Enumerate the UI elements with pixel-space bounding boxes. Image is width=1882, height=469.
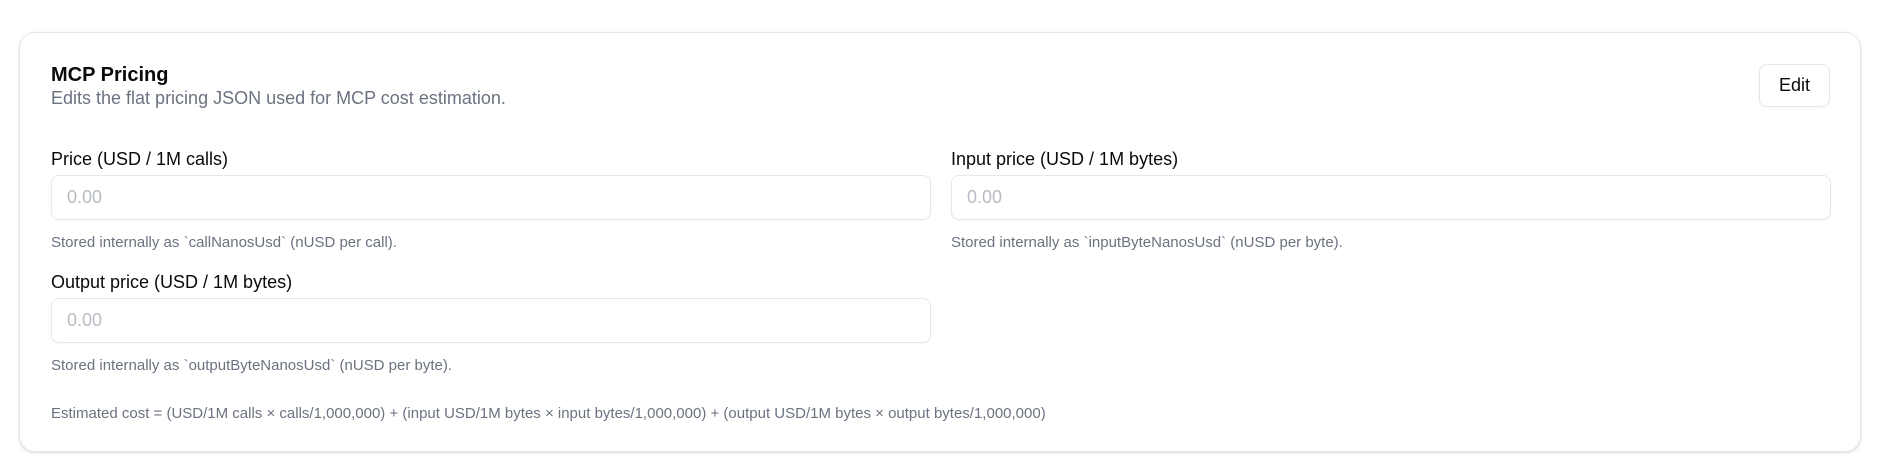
output-price-input[interactable]	[51, 298, 931, 343]
call-price-input[interactable]	[51, 175, 931, 220]
call-price-help: Stored internally as `callNanosUsd` (nUS…	[51, 234, 397, 251]
call-price-field: Price (USD / 1M calls) Stored internally…	[51, 148, 931, 251]
output-price-label: Output price (USD / 1M bytes)	[51, 272, 293, 292]
input-price-input[interactable]	[951, 175, 1831, 220]
input-price-label: Input price (USD / 1M bytes)	[951, 149, 1179, 169]
call-price-label: Price (USD / 1M calls)	[51, 149, 229, 169]
mcp-pricing-card: MCP Pricing Edits the flat pricing JSON …	[19, 32, 1861, 452]
output-price-help: Stored internally as `outputByteNanosUsd…	[51, 357, 453, 374]
card-header: MCP Pricing Edits the flat pricing JSON …	[51, 63, 1830, 113]
card-title: MCP Pricing	[51, 64, 169, 86]
output-price-field: Output price (USD / 1M bytes) Stored int…	[51, 271, 931, 374]
edit-button[interactable]: Edit	[1759, 64, 1830, 107]
cost-formula: Estimated cost = (USD/1M calls × calls/1…	[51, 405, 1046, 422]
input-price-help: Stored internally as `inputByteNanosUsd`…	[951, 234, 1343, 251]
input-price-field: Input price (USD / 1M bytes) Stored inte…	[951, 148, 1831, 251]
card-description: Edits the flat pricing JSON used for MCP…	[51, 88, 506, 108]
